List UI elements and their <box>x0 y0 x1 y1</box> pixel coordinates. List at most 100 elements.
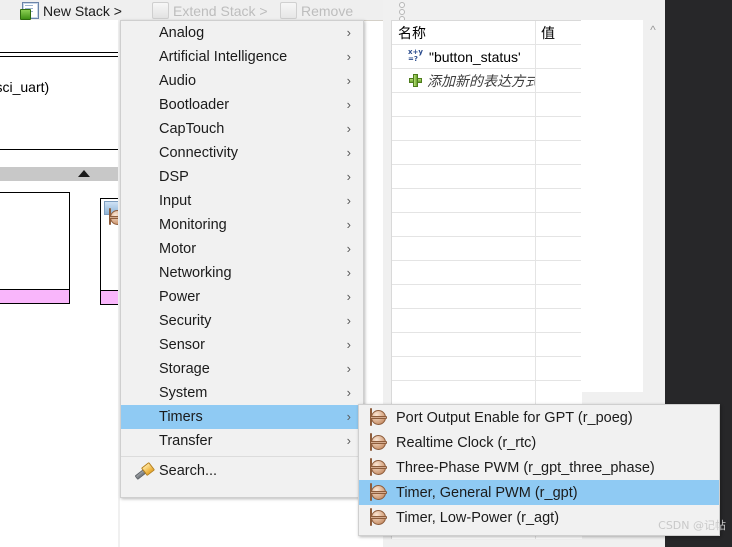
menu-item-captouch[interactable]: CapTouch › <box>121 117 363 141</box>
empty-name-cell[interactable] <box>392 93 536 116</box>
menu-item-audio[interactable]: Audio › <box>121 69 363 93</box>
stack-node-uart[interactable]: ART (r_sci_uart) <box>0 52 120 150</box>
menu-item-dsp[interactable]: DSP › <box>121 165 363 189</box>
panel-splitter[interactable] <box>0 166 118 181</box>
table-row-empty[interactable] <box>392 261 582 285</box>
new-stack-menu[interactable]: Analog › Artificial Intelligence › Audio › Boo… <box>120 20 364 498</box>
column-header-name[interactable]: 名称 <box>392 21 536 44</box>
new-stack-button[interactable]: New Stack > <box>20 1 122 20</box>
submenu-item-0[interactable]: Port Output Enable for GPT (r_poeg) <box>359 405 719 430</box>
submenu-item-label: Realtime Clock (r_rtc) <box>396 434 537 451</box>
table-row-empty[interactable] <box>392 213 582 237</box>
submenu-item-1[interactable]: Realtime Clock (r_rtc) <box>359 430 719 455</box>
chevron-right-icon: › <box>346 25 351 40</box>
empty-name-cell[interactable] <box>392 261 536 284</box>
menu-item-bootloader[interactable]: Bootloader › <box>121 93 363 117</box>
menu-item-motor[interactable]: Motor › <box>121 237 363 261</box>
menu-item-sensor[interactable]: Sensor › <box>121 333 363 357</box>
menu-item-security[interactable]: Security › <box>121 309 363 333</box>
menu-item-analog[interactable]: Analog › <box>121 21 363 45</box>
menu-item-networking[interactable]: Networking › <box>121 261 363 285</box>
view-menu-grip-icon[interactable] <box>399 2 405 22</box>
empty-name-cell[interactable] <box>392 357 536 380</box>
empty-value-cell[interactable] <box>536 189 582 212</box>
table-row-empty[interactable] <box>392 285 582 309</box>
empty-value-cell[interactable] <box>536 237 582 260</box>
gpt-module-icon <box>370 433 387 451</box>
table-row[interactable]: 添加新的表达方式 <box>392 69 582 93</box>
empty-name-cell[interactable] <box>392 309 536 332</box>
scroll-up-chevron-icon[interactable]: ^ <box>646 24 660 36</box>
empty-value-cell[interactable] <box>536 117 582 140</box>
empty-name-cell[interactable] <box>392 117 536 140</box>
stack-canvas[interactable]: ART (r_sci_uart) river for on nded but <box>0 20 162 547</box>
empty-name-cell[interactable] <box>392 381 536 404</box>
menu-item-search[interactable]: Search... <box>121 459 363 483</box>
empty-name-cell[interactable] <box>392 237 536 260</box>
empty-name-cell[interactable] <box>392 333 536 356</box>
empty-value-cell[interactable] <box>536 357 582 380</box>
empty-value-cell[interactable] <box>536 141 582 164</box>
menu-item-storage[interactable]: Storage › <box>121 357 363 381</box>
expression-value-cell[interactable] <box>536 45 582 68</box>
table-row-empty[interactable] <box>392 357 582 381</box>
menu-item-connectivity[interactable]: Connectivity › <box>121 141 363 165</box>
menu-item-label: Bootloader <box>159 97 230 113</box>
chevron-right-icon: › <box>346 193 351 208</box>
menu-item-label: Monitoring <box>159 217 227 233</box>
table-row-empty[interactable] <box>392 93 582 117</box>
table-row-empty[interactable] <box>392 141 582 165</box>
empty-value-cell[interactable] <box>536 381 582 404</box>
menu-item-input[interactable]: Input › <box>121 189 363 213</box>
table-row-empty[interactable] <box>392 189 582 213</box>
menu-item-label: Timers <box>159 409 203 425</box>
menu-item-label: Motor <box>159 241 197 257</box>
expression-name-cell[interactable]: x+y =? "button_status' <box>392 45 536 68</box>
chevron-right-icon: › <box>346 217 351 232</box>
table-row[interactable]: x+y =? "button_status' <box>392 45 582 69</box>
table-row-empty[interactable] <box>392 333 582 357</box>
menu-item-label: Input <box>159 193 192 209</box>
menu-item-system[interactable]: System › <box>121 381 363 405</box>
menu-item-transfer[interactable]: Transfer › <box>121 429 363 453</box>
empty-value-cell[interactable] <box>536 261 582 284</box>
chevron-right-icon: › <box>346 361 351 376</box>
table-row-empty[interactable] <box>392 381 582 405</box>
table-row-empty[interactable] <box>392 237 582 261</box>
add-plus-icon <box>409 74 422 87</box>
table-row-empty[interactable] <box>392 165 582 189</box>
submenu-item-3[interactable]: Timer, General PWM (r_gpt) <box>359 480 719 505</box>
collapse-caret-icon[interactable] <box>78 170 90 177</box>
stack-node-topbar <box>0 53 119 57</box>
empty-value-cell[interactable] <box>536 309 582 332</box>
column-header-value[interactable]: 值 <box>536 21 582 44</box>
table-row-empty[interactable] <box>392 309 582 333</box>
gpt-module-icon <box>370 483 387 501</box>
add-expression-cell[interactable]: 添加新的表达方式 <box>392 69 536 92</box>
empty-value-cell[interactable] <box>536 93 582 116</box>
expression-label: "button_status' <box>429 48 521 65</box>
empty-name-cell[interactable] <box>392 141 536 164</box>
empty-value-cell[interactable] <box>536 165 582 188</box>
empty-name-cell[interactable] <box>392 189 536 212</box>
empty-value-cell[interactable] <box>536 213 582 236</box>
remove-button[interactable]: Remove <box>280 1 353 20</box>
menu-item-artificial-intelligence[interactable]: Artificial Intelligence › <box>121 45 363 69</box>
chevron-right-icon: › <box>346 433 351 448</box>
menu-item-monitoring[interactable]: Monitoring › <box>121 213 363 237</box>
extend-stack-button[interactable]: Extend Stack > <box>152 1 268 20</box>
menu-item-power[interactable]: Power › <box>121 285 363 309</box>
empty-value-cell[interactable] <box>536 333 582 356</box>
add-expression-value-cell[interactable] <box>536 69 582 92</box>
empty-name-cell[interactable] <box>392 165 536 188</box>
table-row-empty[interactable] <box>392 117 582 141</box>
empty-value-cell[interactable] <box>536 285 582 308</box>
stack-node-uart-label: ART (r_sci_uart) <box>0 79 50 95</box>
empty-name-cell[interactable] <box>392 285 536 308</box>
submenu-item-2[interactable]: Three-Phase PWM (r_gpt_three_phase) <box>359 455 719 480</box>
stack-node-status-band <box>0 289 69 303</box>
menu-item-timers[interactable]: Timers › <box>121 405 363 429</box>
stack-node-description[interactable]: river for on nded but <box>0 192 70 304</box>
empty-name-cell[interactable] <box>392 213 536 236</box>
submenu-item-label: Port Output Enable for GPT (r_poeg) <box>396 409 633 426</box>
